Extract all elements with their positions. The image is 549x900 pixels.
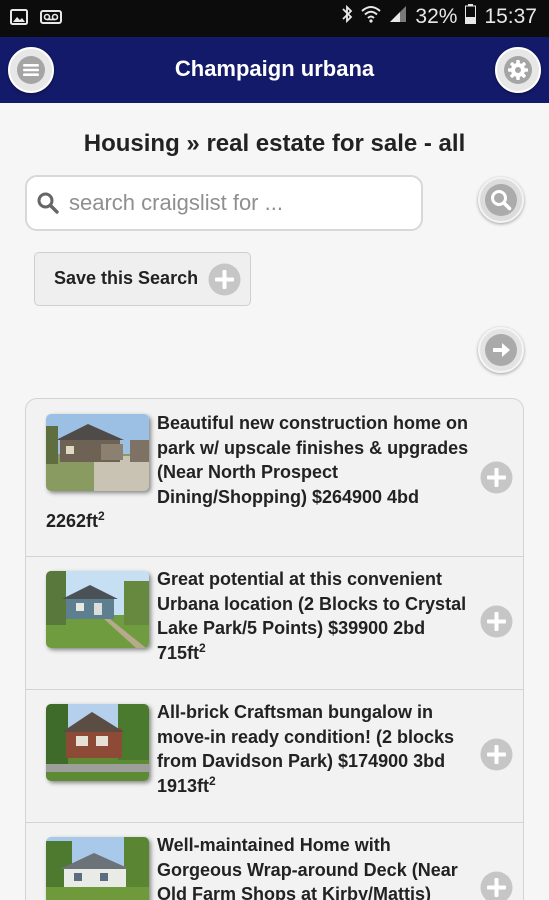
gear-icon [504,56,532,84]
listing-item[interactable]: Beautiful new construction home on park … [26,399,523,557]
voicemail-icon [40,10,62,29]
listings-list: Beautiful new construction home on park … [25,398,524,900]
listing-item[interactable]: Well-maintained Home with Gorgeous Wrap-… [26,823,523,900]
magnifier-icon [485,184,517,216]
listing-title: Well-maintained Home with Gorgeous Wrap-… [157,835,458,900]
header-title: Champaign urbana [174,56,375,81]
status-bar: 32% 15:37 [0,0,549,37]
battery-icon [465,4,477,30]
plus-icon [208,263,241,301]
battery-percent: 32% [415,5,458,28]
search-icon [36,191,60,220]
search-box [25,175,423,231]
bluetooth-icon [341,4,353,30]
add-favorite-icon[interactable] [480,738,513,776]
add-favorite-icon[interactable] [480,871,513,900]
next-page-button[interactable] [478,327,524,373]
page-title: Housing » real estate for sale - all [83,130,466,157]
save-search-button[interactable]: Save this Search [34,252,251,306]
add-favorite-icon[interactable] [480,461,513,499]
add-favorite-icon[interactable] [480,605,513,643]
wifi-icon [361,5,382,29]
settings-button[interactable] [495,47,541,93]
app-header: Champaign urbana [0,37,549,103]
search-submit-button[interactable] [478,177,524,223]
signal-icon [389,5,407,29]
clock: 15:37 [484,5,537,28]
gallery-notification-icon [10,9,28,30]
arrow-right-icon [485,334,517,366]
listing-title: Great potential at this convenient Urban… [157,569,467,663]
listing-item[interactable]: All-brick Craftsman bungalow in move-in … [26,690,523,823]
listing-item[interactable]: Great potential at this convenient Urban… [26,557,523,690]
listing-title: All-brick Craftsman bungalow in move-in … [157,702,455,796]
listing-title: Beautiful new construction home on park … [46,413,469,531]
save-search-label: Save this Search [54,268,199,288]
search-input[interactable] [69,186,409,220]
